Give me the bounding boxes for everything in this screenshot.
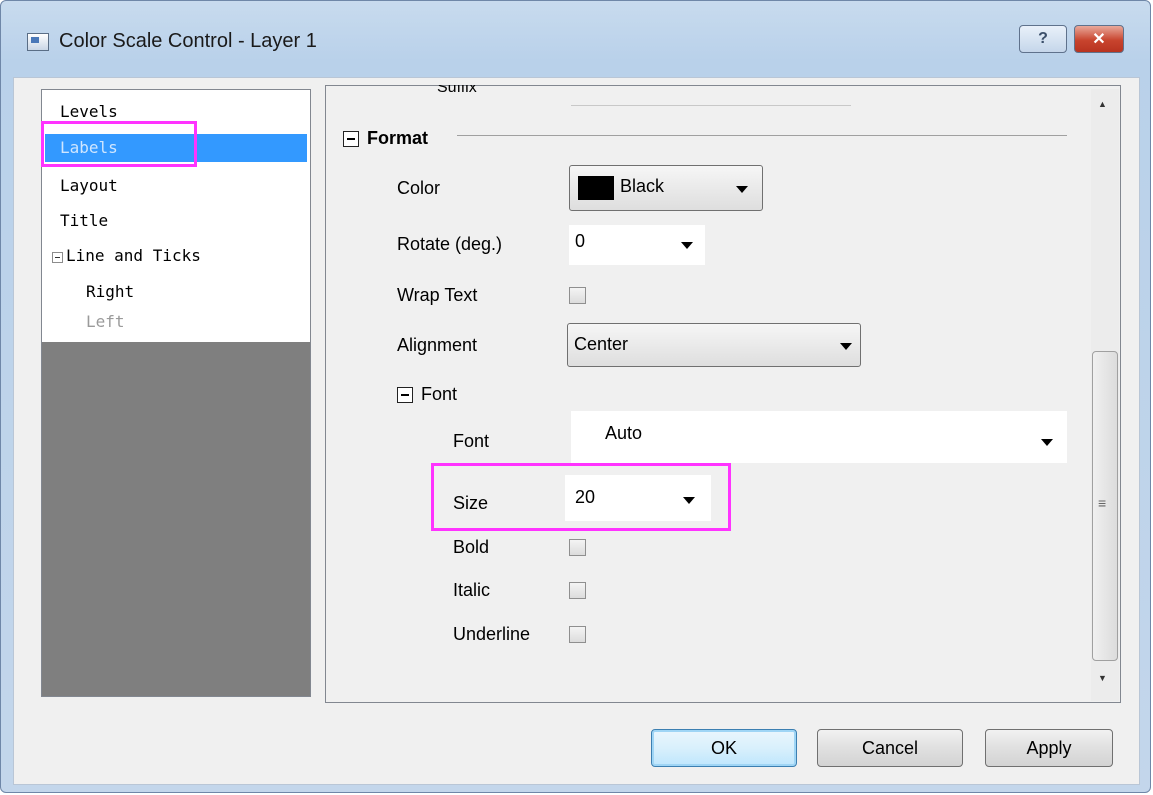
bold-checkbox[interactable] <box>569 539 586 556</box>
wrap-text-checkbox[interactable] <box>569 287 586 304</box>
cancel-button[interactable]: Cancel <box>817 729 963 767</box>
ok-button[interactable]: OK <box>651 729 797 767</box>
app-window-icon <box>27 33 49 51</box>
close-button[interactable]: ✕ <box>1074 25 1124 53</box>
window-title: Color Scale Control - Layer 1 <box>59 30 317 52</box>
scroll-grip-icon: ≡ <box>1098 495 1107 511</box>
color-label: Color <box>397 178 441 198</box>
alignment-label: Alignment <box>397 335 478 355</box>
tree-item-layout[interactable]: Layout <box>60 176 118 195</box>
format-collapse-icon[interactable] <box>343 131 359 147</box>
help-button[interactable]: ? <box>1019 25 1067 53</box>
font-dropdown-arrow-icon <box>1041 439 1053 446</box>
color-swatch <box>578 176 614 200</box>
underline-label: Underline <box>453 624 531 644</box>
italic-label: Italic <box>453 580 491 600</box>
tree-item-left[interactable]: Left <box>86 312 125 331</box>
suffix-divider <box>571 105 851 106</box>
font-combobox[interactable]: Auto <box>571 411 1067 463</box>
bold-label: Bold <box>453 537 490 557</box>
alignment-value: Center <box>574 334 629 354</box>
size-combobox[interactable]: 20 <box>565 475 711 521</box>
tree-item-title[interactable]: Title <box>60 211 108 230</box>
format-section-label: Format <box>367 128 429 148</box>
tree-item-line-and-ticks[interactable]: Line and Ticks <box>66 246 201 265</box>
rotate-combobox[interactable]: 0 <box>569 225 705 265</box>
apply-button[interactable]: Apply <box>985 729 1113 767</box>
rotate-dropdown-arrow-icon <box>681 242 693 249</box>
format-divider <box>457 135 1067 136</box>
wrap-text-label: Wrap Text <box>397 285 478 305</box>
size-value: 20 <box>575 487 596 507</box>
settings-tree[interactable]: Levels Labels Layout Title Line and Tick… <box>41 89 311 697</box>
color-dropdown[interactable]: Black <box>569 165 763 211</box>
size-label: Size <box>453 493 489 513</box>
font-label: Font <box>453 431 490 451</box>
alignment-dropdown-arrow-icon <box>840 343 852 350</box>
color-dropdown-arrow-icon <box>736 186 748 193</box>
collapse-icon[interactable] <box>52 252 63 263</box>
size-dropdown-arrow-icon <box>683 497 695 504</box>
alignment-dropdown[interactable]: Center <box>567 323 861 367</box>
font-section-label: Font <box>421 384 458 404</box>
rotate-value: 0 <box>575 231 586 251</box>
title-bar[interactable]: Color Scale Control - Layer 1 ? ✕ <box>1 1 1150 77</box>
rotate-label: Rotate (deg.) <box>397 234 503 254</box>
scroll-up-icon[interactable]: ▲ <box>1098 99 1107 109</box>
underline-checkbox[interactable] <box>569 626 586 643</box>
font-value: Auto <box>605 423 643 443</box>
font-collapse-icon[interactable] <box>397 387 413 403</box>
tree-item-labels[interactable]: Labels <box>45 134 307 162</box>
tree-list: Levels Labels Layout Title Line and Tick… <box>42 90 310 342</box>
italic-checkbox[interactable] <box>569 582 586 599</box>
tree-item-levels[interactable]: Levels <box>60 102 118 121</box>
dialog-window: Color Scale Control - Layer 1 ? ✕ Levels… <box>0 0 1151 793</box>
color-value: Black <box>620 176 665 196</box>
suffix-label: Suffix <box>437 85 477 96</box>
scroll-down-icon[interactable]: ▼ <box>1098 673 1107 683</box>
tree-item-right[interactable]: Right <box>86 282 134 301</box>
